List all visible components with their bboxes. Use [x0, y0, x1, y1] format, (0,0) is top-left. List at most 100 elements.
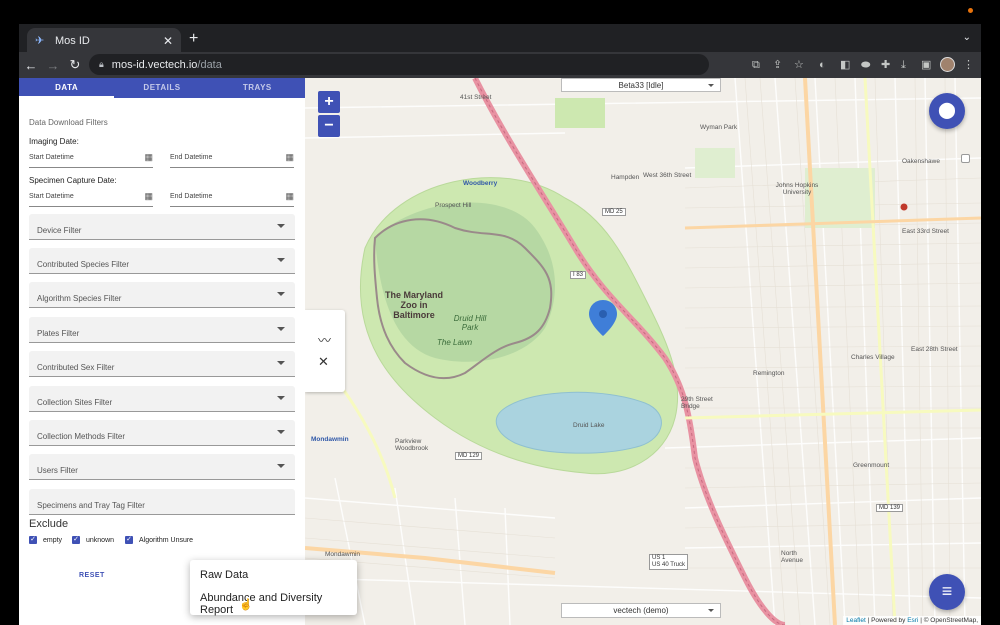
calendar-icon[interactable]: ▦ — [285, 152, 294, 163]
install-app-icon[interactable]: ⧉ — [752, 56, 760, 74]
specimens-tray-tag-filter-input[interactable]: Specimens and Tray Tag Filter — [29, 489, 295, 515]
filter-label: Device Filter — [37, 226, 82, 235]
calendar-icon[interactable]: ▦ — [144, 152, 153, 163]
map-label-druid-lake: Druid Lake — [573, 422, 605, 429]
start-datetime-placeholder: Start Datetime — [29, 193, 74, 200]
browser-tab[interactable]: ✈ Mos ID ✕ — [27, 28, 181, 54]
extensions-puzzle-icon[interactable]: ✚ — [881, 56, 890, 74]
device-select[interactable]: Beta33 [Idle] — [561, 78, 721, 92]
capture-end-date-field[interactable]: End Datetime ▦ — [170, 191, 294, 207]
zoom-out-button[interactable]: − — [318, 115, 340, 137]
organization-select-value: vectech (demo) — [613, 606, 669, 615]
map-label-wyman-park: Wyman Park — [700, 124, 738, 131]
map-shield-us1: US 1 US 40 Truck — [649, 554, 689, 570]
back-icon[interactable]: ← — [21, 58, 41, 73]
map-label-greenmount: Greenmount — [853, 462, 890, 469]
organization-select[interactable]: vectech (demo) — [561, 603, 721, 618]
reset-button[interactable]: RESET — [79, 572, 105, 579]
imaging-date-label: Imaging Date: — [29, 137, 79, 146]
map-scroll-handle[interactable] — [961, 154, 970, 163]
collection-methods-filter-select[interactable]: Collection Methods Filter — [29, 420, 295, 446]
menu-item-abundance-diversity-report[interactable]: Abundance and Diversity Report — [200, 592, 357, 616]
collection-sites-filter-select[interactable]: Collection Sites Filter — [29, 386, 295, 412]
esri-link[interactable]: Esri — [907, 617, 918, 624]
tab-details[interactable]: DETAILS — [114, 78, 209, 98]
tab-data[interactable]: DATA — [19, 78, 115, 98]
filter-label: Contributed Species Filter — [37, 260, 130, 269]
exclude-algorithm-unsure-checkbox[interactable]: ✓ Algorithm Unsure — [125, 536, 193, 544]
device-select-value: Beta33 [Idle] — [618, 81, 664, 90]
device-filter-select[interactable]: Device Filter — [29, 214, 295, 240]
tab-strip: ✈ Mos ID ✕ + ⌄ — [19, 24, 981, 54]
dropdown-arrow-icon — [277, 258, 285, 262]
map-attribution: Leaflet | Powered by Esri | © OpenStreet… — [843, 616, 981, 625]
plates-filter-select[interactable]: Plates Filter — [29, 317, 295, 343]
download-icon[interactable]: ⤓ — [901, 56, 906, 74]
checkbox-checked-icon: ✓ — [72, 536, 80, 544]
draw-polyline-icon[interactable]: 〰 — [318, 330, 331, 349]
map-label-maryland-zoo: The Maryland Zoo in Baltimore — [384, 290, 443, 320]
extension-1-icon[interactable]: ◐ — [819, 56, 826, 74]
leaflet-link[interactable]: Leaflet — [846, 617, 866, 624]
contributed-sex-filter-select[interactable]: Contributed Sex Filter — [29, 351, 295, 377]
checkbox-label: unknown — [86, 536, 115, 544]
capture-start-date-field[interactable]: Start Datetime ▦ — [29, 191, 153, 207]
users-filter-select[interactable]: Users Filter — [29, 454, 295, 480]
new-tab-icon[interactable]: + — [189, 30, 198, 48]
forward-icon[interactable]: → — [43, 58, 63, 73]
map-label-north-avenue: North Avenue — [781, 550, 803, 564]
calendar-icon[interactable]: ▦ — [285, 191, 294, 202]
map-label-41st-street: 41st Street — [460, 94, 492, 101]
menu-button[interactable]: ≡ — [929, 574, 965, 610]
map-label-johns-hopkins: Johns Hopkins University — [775, 182, 819, 196]
dropdown-arrow-icon — [277, 327, 285, 331]
start-datetime-placeholder: Start Datetime — [29, 154, 74, 161]
reload-icon[interactable]: ↻ — [65, 57, 85, 73]
zoom-in-button[interactable]: + — [318, 91, 340, 113]
imaging-end-date-field[interactable]: End Datetime ▦ — [170, 152, 294, 168]
exclude-empty-checkbox[interactable]: ✓ empty — [29, 536, 62, 544]
tab-search-chevron-icon[interactable]: ⌄ — [963, 32, 971, 43]
map-label-29th-street-bridge: 29th Street Bridge — [681, 396, 713, 410]
filter-label: Users Filter — [37, 466, 78, 475]
side-panel-icon[interactable]: ▣ — [921, 56, 931, 74]
imaging-start-date-field[interactable]: Start Datetime ▦ — [29, 152, 153, 168]
contributed-species-filter-select[interactable]: Contributed Species Filter — [29, 248, 295, 274]
share-icon[interactable]: ⇪ — [773, 56, 782, 74]
calendar-icon[interactable]: ▦ — [144, 191, 153, 202]
bookmark-star-icon[interactable]: ☆ — [794, 56, 804, 74]
close-tab-icon[interactable]: ✕ — [163, 34, 173, 48]
attribution-osm: | © OpenStreetMap, — [918, 617, 978, 624]
hamburger-menu-icon: ≡ — [941, 581, 953, 601]
extension-2-icon[interactable]: ◧ — [840, 56, 850, 74]
location-pin-button[interactable]: ⬤ — [929, 93, 965, 129]
map-shield-md139: MD 139 — [876, 504, 904, 512]
dropdown-arrow-icon — [277, 361, 285, 365]
exclude-label: Exclude — [29, 518, 69, 530]
extension-3-icon[interactable]: ⬬ — [861, 56, 870, 74]
checkbox-checked-icon: ✓ — [125, 536, 133, 544]
map-label-mondawmin: Mondawmin — [325, 551, 361, 558]
map[interactable]: 41st Street Woodberry Prospect Hill Hamp… — [305, 78, 981, 625]
map-label-west-36th-street: West 36th Street — [643, 172, 692, 179]
lock-icon: 🔒︎ — [99, 59, 104, 69]
clear-drawing-icon[interactable]: ✕ — [318, 354, 329, 370]
map-label-east-28th-street: East 28th Street — [911, 346, 958, 353]
tab-trays[interactable]: TRAYS — [210, 78, 305, 98]
exclude-unknown-checkbox[interactable]: ✓ unknown — [72, 536, 114, 544]
checkbox-checked-icon: ✓ — [29, 536, 37, 544]
screen: ✈ Mos ID ✕ + ⌄ ← → ↻ 🔒︎ mos-id.vectech.i… — [0, 0, 1000, 625]
menu-item-raw-data[interactable]: Raw Data — [200, 569, 248, 581]
map-label-parkview-woodbrook: Parkview Woodbrook — [395, 438, 429, 452]
address-bar[interactable]: 🔒︎ mos-id.vectech.io /data — [89, 54, 709, 75]
url-path: /data — [197, 58, 222, 71]
algorithm-species-filter-select[interactable]: Algorithm Species Filter — [29, 282, 295, 308]
browser-window: ✈ Mos ID ✕ + ⌄ ← → ↻ 🔒︎ mos-id.vectech.i… — [19, 24, 981, 625]
filter-label: Collection Methods Filter — [37, 432, 126, 441]
filter-label: Contributed Sex Filter — [37, 363, 115, 372]
checkbox-label: empty — [43, 536, 63, 544]
profile-avatar[interactable] — [940, 57, 955, 72]
end-datetime-placeholder: End Datetime — [170, 193, 213, 200]
map-label-prospect-hill: Prospect Hill — [435, 202, 472, 209]
browser-menu-icon[interactable]: ⋮ — [963, 56, 974, 74]
